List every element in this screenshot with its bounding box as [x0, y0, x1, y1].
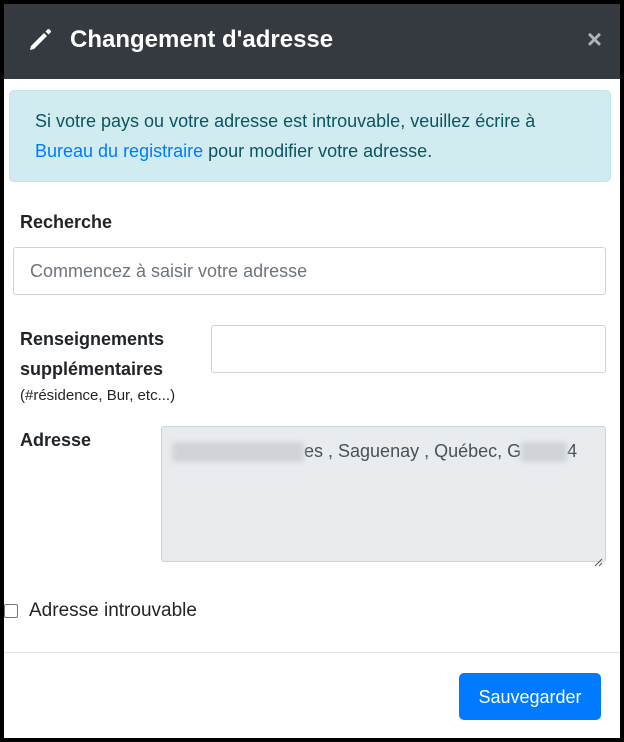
- redacted-postal: [521, 442, 568, 463]
- search-label: Recherche: [20, 212, 113, 232]
- alert-text-after: pour modifier votre adresse.: [203, 141, 433, 161]
- address-not-found-checkbox[interactable]: [4, 604, 18, 618]
- address-textarea[interactable]: es , Saguenay , Québec, G 4: [161, 426, 606, 567]
- extra-info-input[interactable]: [211, 325, 606, 373]
- extra-info-label-line2: supplémentaires: [20, 359, 164, 379]
- redacted-street: [172, 442, 304, 463]
- modal-header: Changement d'adresse ×: [4, 4, 620, 79]
- address-change-modal: Changement d'adresse × Si votre pays ou …: [0, 0, 624, 742]
- address-visible-text: es , Saguenay , Québec, G: [304, 441, 522, 461]
- address-end-text: 4: [567, 441, 578, 461]
- alert-text-before: Si votre pays ou votre adresse est intro…: [35, 111, 536, 131]
- pencil-icon: [26, 26, 54, 54]
- search-input[interactable]: Commencez à saisir votre adresse: [13, 247, 606, 295]
- modal-title: Changement d'adresse: [70, 26, 334, 53]
- address-label: Adresse: [20, 430, 92, 450]
- footer-divider: [4, 652, 620, 653]
- resize-grip-icon[interactable]: [593, 549, 603, 567]
- address-not-found-row: Adresse introuvable: [4, 600, 197, 622]
- save-button[interactable]: Sauvegarder: [459, 673, 601, 720]
- registrar-link[interactable]: Bureau du registraire: [35, 141, 203, 161]
- close-icon[interactable]: ×: [587, 24, 602, 54]
- extra-info-hint: (#résidence, Bur, etc...): [20, 387, 176, 404]
- info-alert: Si votre pays ou votre adresse est intro…: [9, 90, 611, 182]
- extra-info-label-line1: Renseignements: [20, 329, 165, 349]
- address-not-found-label[interactable]: Adresse introuvable: [29, 600, 197, 622]
- extra-info-label: Renseignements supplémentaires: [20, 324, 164, 384]
